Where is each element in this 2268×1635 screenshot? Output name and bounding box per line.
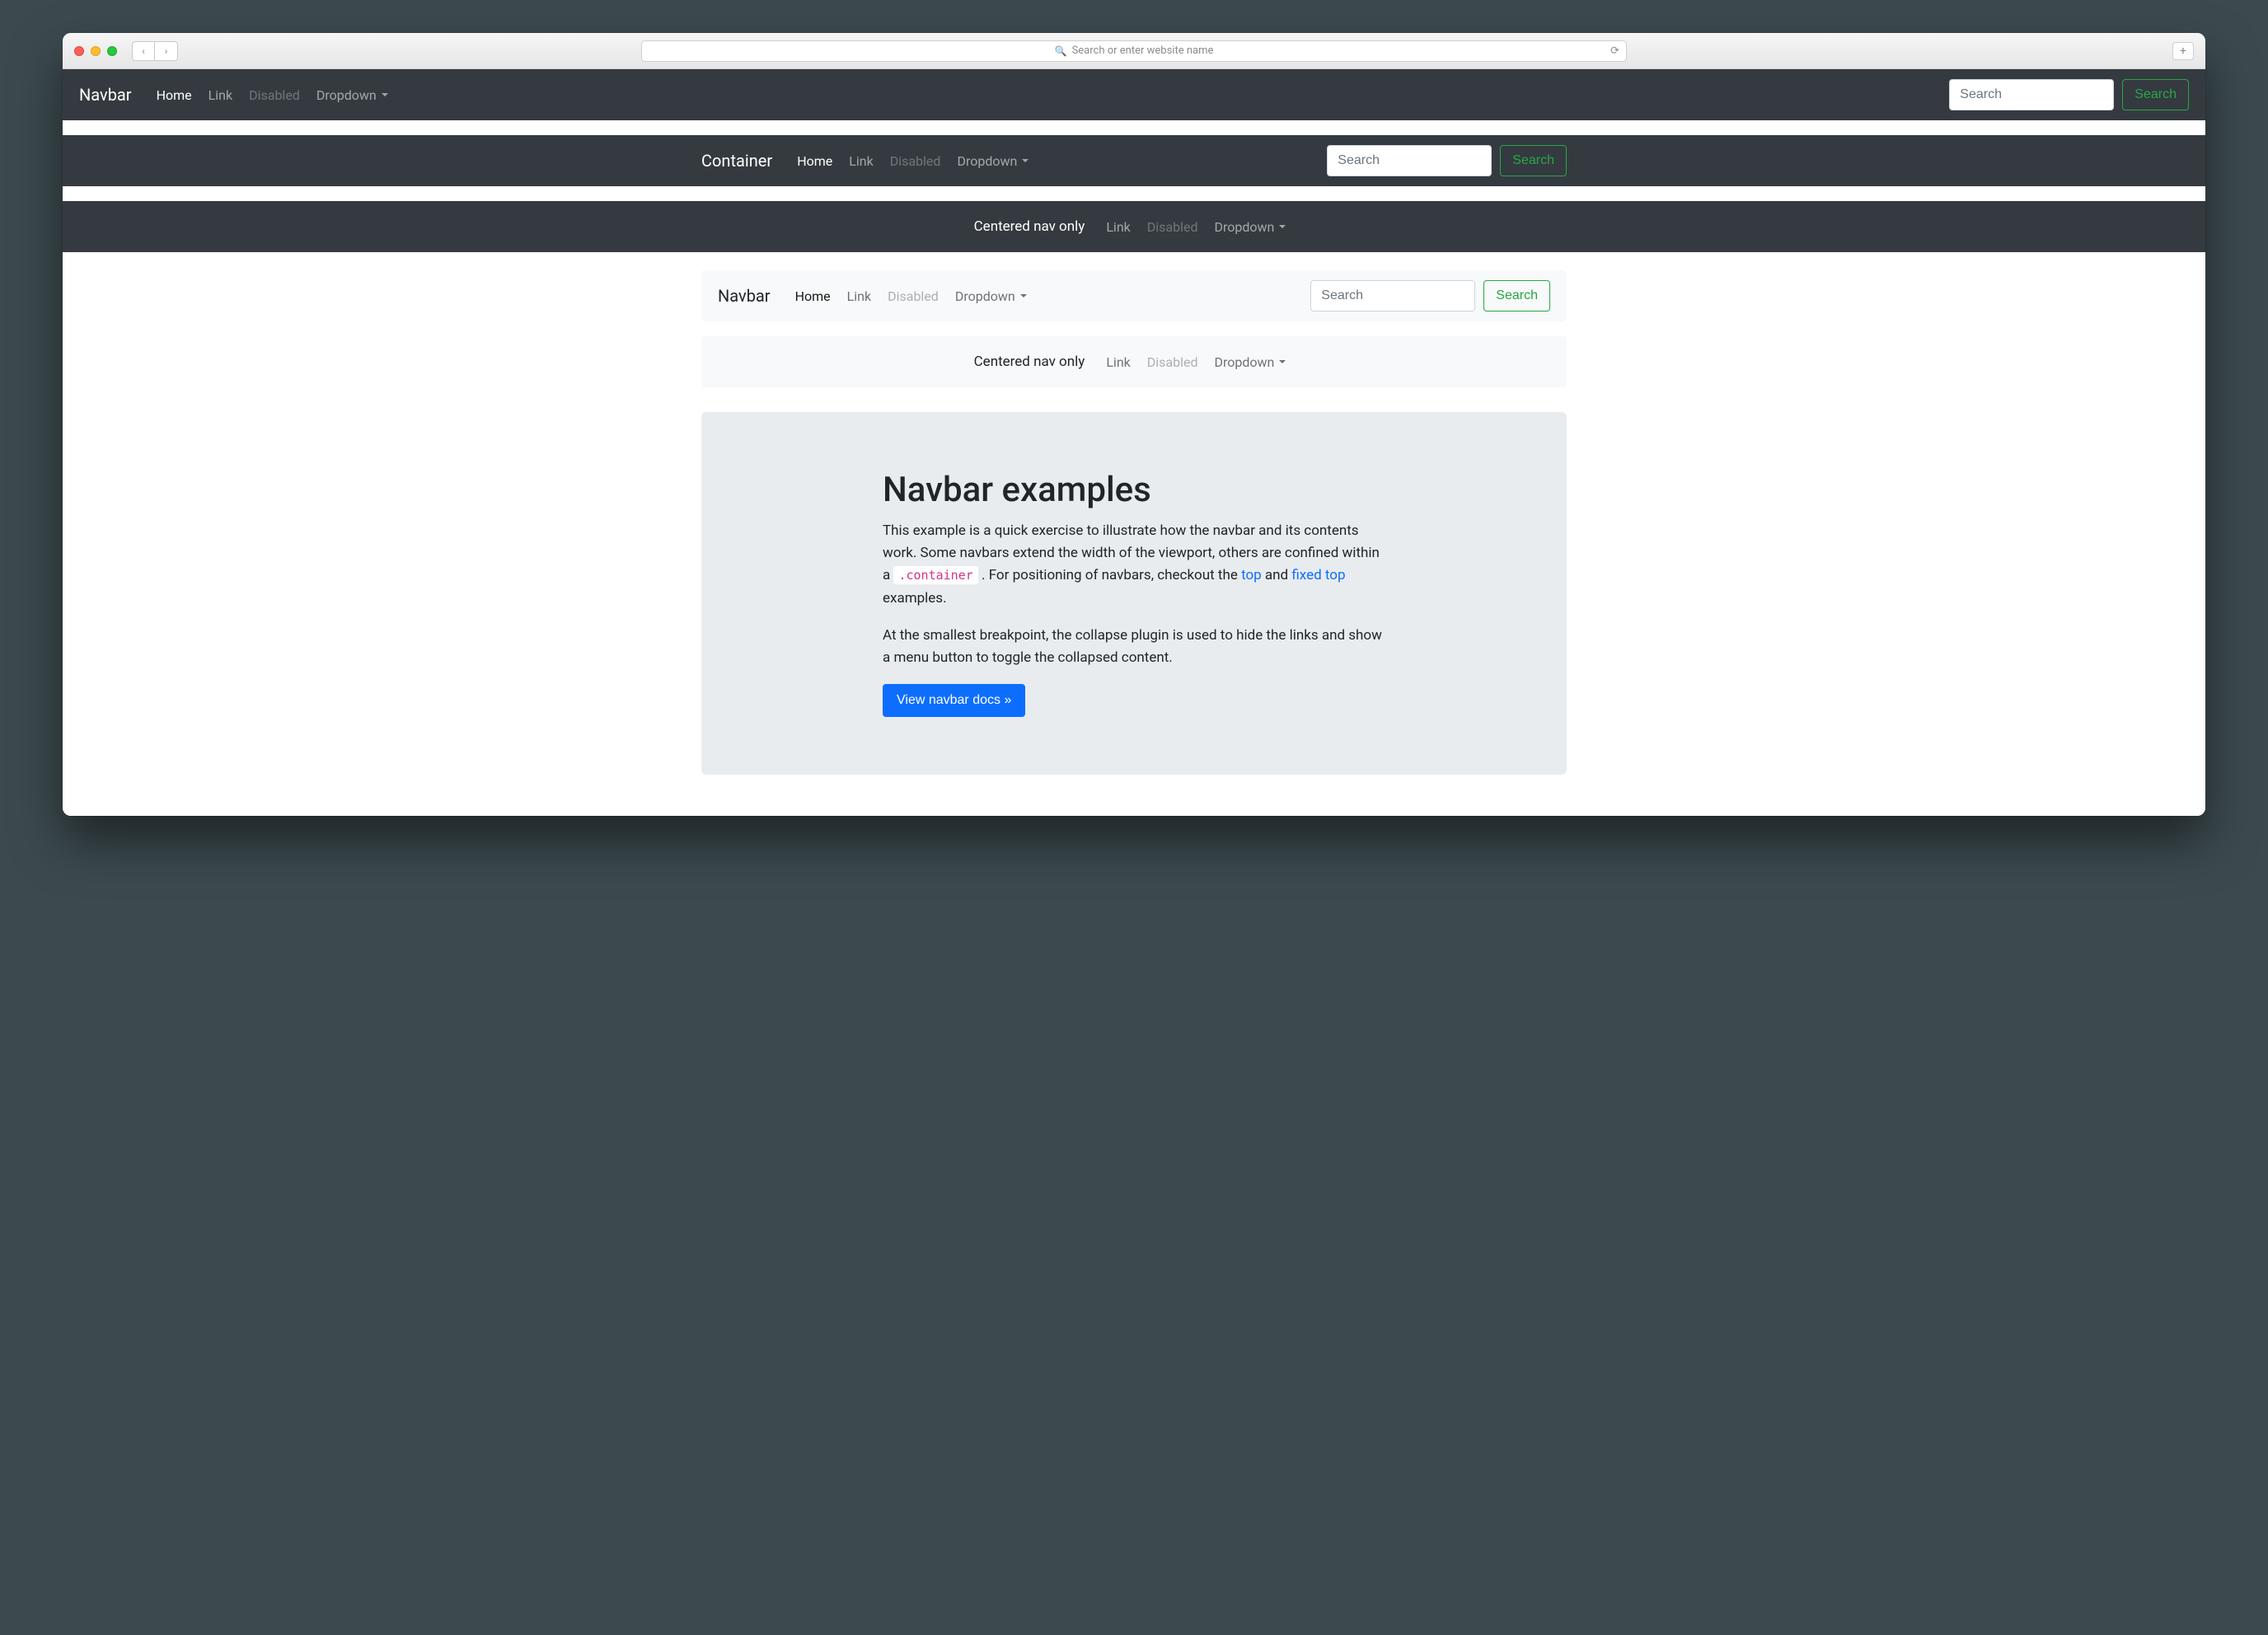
nav-link[interactable]: Link xyxy=(841,147,881,176)
nav-disabled: Disabled xyxy=(1139,213,1207,241)
search-input[interactable] xyxy=(1949,79,2114,110)
browser-window: ‹ › 🔍 Search or enter website name ⟳ + N… xyxy=(63,33,2205,816)
nav-links: Home Link Disabled Dropdown xyxy=(148,81,396,110)
search-icon: 🔍 xyxy=(1055,45,1067,57)
nav-link[interactable]: Link xyxy=(1098,213,1138,241)
nav-buttons: ‹ › xyxy=(132,41,178,61)
minimize-icon[interactable] xyxy=(91,46,101,56)
navbar-light-centered: Centered nav only Link Disabled Dropdown xyxy=(701,336,1567,387)
window-controls xyxy=(74,46,117,56)
nav-disabled: Disabled xyxy=(882,147,949,176)
nav-dropdown-label: Dropdown xyxy=(316,87,377,103)
nav-dropdown-label: Dropdown xyxy=(1215,219,1275,235)
nav-links: Home Link Disabled Dropdown xyxy=(789,147,1037,176)
brand[interactable]: Navbar xyxy=(718,286,771,306)
search-input[interactable] xyxy=(1310,280,1475,312)
view-docs-button[interactable]: View navbar docs » xyxy=(883,684,1025,717)
search-button[interactable]: Search xyxy=(1483,280,1550,312)
search-form: Search xyxy=(1327,145,1567,176)
nav-home[interactable]: Home xyxy=(787,282,839,311)
center-links: Centered nav only Link Disabled Dropdown xyxy=(974,213,1295,241)
chevron-down-icon xyxy=(1020,294,1027,297)
nav-dropdown-label: Dropdown xyxy=(957,153,1017,169)
brand[interactable]: Navbar xyxy=(79,85,132,105)
center-links: Centered nav only Link Disabled Dropdown xyxy=(974,348,1295,377)
intro-paragraph: This example is a quick exercise to illu… xyxy=(883,520,1385,610)
navbar-dark-container: Container Home Link Disabled Dropdown Se xyxy=(63,135,2205,186)
page-content: Navbar Home Link Disabled Dropdown Searc… xyxy=(63,69,2205,816)
nav-disabled: Disabled xyxy=(1139,348,1207,377)
brand[interactable]: Container xyxy=(701,151,772,171)
back-button[interactable]: ‹ xyxy=(132,41,155,61)
address-bar[interactable]: 🔍 Search or enter website name ⟳ xyxy=(641,40,1627,62)
chevron-down-icon xyxy=(1279,225,1286,228)
navbar-dark-full: Navbar Home Link Disabled Dropdown Searc… xyxy=(63,69,2205,120)
code-container: .container xyxy=(893,566,977,584)
fullscreen-icon[interactable] xyxy=(107,46,117,56)
nav-home[interactable]: Home xyxy=(789,147,841,176)
centered-brand: Centered nav only xyxy=(974,218,1085,235)
nav-dropdown-label: Dropdown xyxy=(955,288,1015,304)
search-button[interactable]: Search xyxy=(1500,145,1567,176)
link-top[interactable]: top xyxy=(1241,567,1262,583)
chevron-down-icon xyxy=(1279,360,1286,363)
nav-links: Home Link Disabled Dropdown xyxy=(787,282,1035,311)
reload-icon[interactable]: ⟳ xyxy=(1610,45,1619,57)
nav-dropdown[interactable]: Dropdown xyxy=(949,147,1037,176)
close-icon[interactable] xyxy=(74,46,84,56)
nav-link[interactable]: Link xyxy=(1098,348,1138,377)
search-form: Search xyxy=(1310,280,1550,312)
chevron-down-icon xyxy=(1022,159,1029,162)
nav-dropdown[interactable]: Dropdown xyxy=(1207,348,1295,377)
forward-button[interactable]: › xyxy=(155,41,178,61)
titlebar: ‹ › 🔍 Search or enter website name ⟳ + xyxy=(63,33,2205,69)
jumbotron: Navbar examples This example is a quick … xyxy=(701,412,1567,775)
nav-link[interactable]: Link xyxy=(200,81,241,110)
nav-link[interactable]: Link xyxy=(839,282,879,311)
chevron-down-icon xyxy=(382,93,388,96)
link-fixed-top[interactable]: fixed top xyxy=(1291,567,1345,583)
navbar-light-container: Navbar Home Link Disabled Dropdown Searc… xyxy=(701,270,1567,321)
nav-disabled: Disabled xyxy=(241,81,308,110)
nav-home[interactable]: Home xyxy=(148,81,200,110)
nav-disabled: Disabled xyxy=(879,282,947,311)
nav-dropdown[interactable]: Dropdown xyxy=(308,81,396,110)
page-title: Navbar examples xyxy=(883,470,1385,510)
new-tab-button[interactable]: + xyxy=(2172,42,2194,60)
search-input[interactable] xyxy=(1327,145,1492,176)
second-paragraph: At the smallest breakpoint, the collapse… xyxy=(883,625,1385,669)
navbar-dark-centered: Centered nav only Link Disabled Dropdown xyxy=(63,201,2205,252)
nav-dropdown[interactable]: Dropdown xyxy=(1207,213,1295,241)
nav-dropdown[interactable]: Dropdown xyxy=(947,282,1035,311)
search-form: Search xyxy=(1949,79,2189,110)
centered-brand: Centered nav only xyxy=(974,354,1085,370)
search-button[interactable]: Search xyxy=(2122,79,2189,110)
nav-dropdown-label: Dropdown xyxy=(1215,354,1275,370)
address-placeholder: Search or enter website name xyxy=(1072,45,1214,57)
